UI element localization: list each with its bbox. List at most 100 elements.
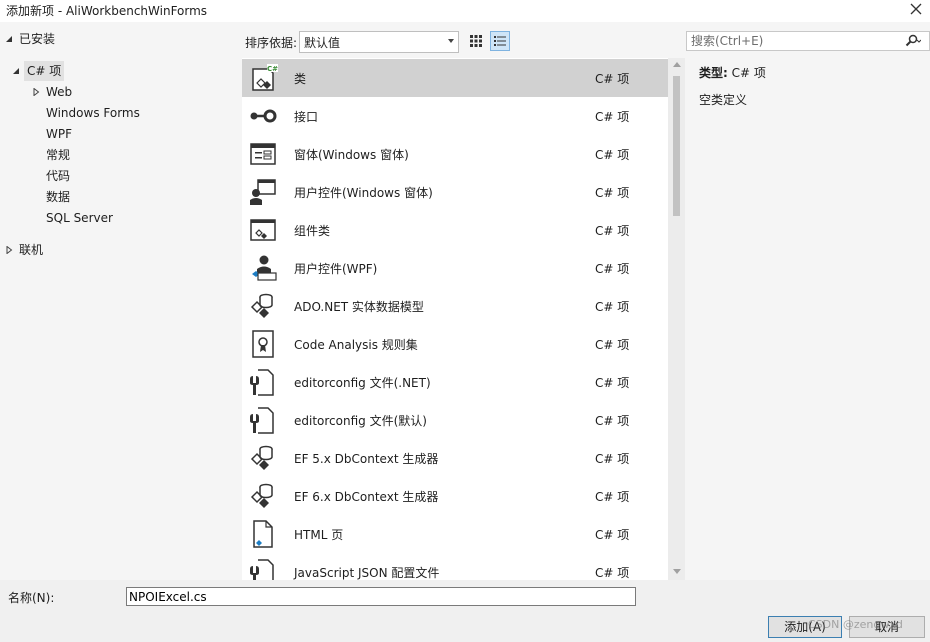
item-name: editorconfig 文件(.NET) <box>294 376 431 390</box>
list-scrollbar[interactable] <box>668 58 685 580</box>
item-language: C# 项 <box>595 110 630 124</box>
list-item-interface[interactable]: 接口 C# 项 <box>242 97 668 135</box>
tree-label: C# 项 <box>24 61 65 81</box>
list-item-ef6-dbcontext[interactable]: EF 6.x DbContext 生成器 C# 项 <box>242 477 668 515</box>
item-name: 组件类 <box>294 224 331 238</box>
detail-description: 空类定义 <box>699 93 748 107</box>
collapsed-caret-icon <box>33 88 40 96</box>
list-view-button[interactable] <box>490 31 510 51</box>
tree-label: SQL Server <box>46 211 113 225</box>
item-language: C# 项 <box>595 224 630 238</box>
list-item-editorconfig-default[interactable]: editorconfig 文件(默认) C# 项 <box>242 401 668 439</box>
close-icon <box>910 3 922 15</box>
scroll-thumb[interactable] <box>673 76 680 216</box>
item-name: 窗体(Windows 窗体) <box>294 148 409 162</box>
tree-label: 数据 <box>46 190 71 204</box>
tree-item-installed[interactable]: 已安装 <box>0 29 232 49</box>
component-class-icon <box>250 219 276 241</box>
tree-item-csharp[interactable]: C# 项 <box>0 61 232 81</box>
sort-dropdown[interactable]: 默认值 <box>299 31 459 53</box>
dropdown-arrow-icon <box>448 39 454 43</box>
sort-value: 默认值 <box>304 36 341 50</box>
tree-item-online[interactable]: 联机 <box>0 240 232 260</box>
ruleset-icon <box>252 330 274 358</box>
tree-item-sql-server[interactable]: SQL Server <box>0 208 232 228</box>
data-model-icon <box>250 445 273 470</box>
sort-label: 排序依据: <box>245 36 298 50</box>
wpf-user-control-icon <box>252 255 277 281</box>
list-item-class[interactable]: C# 类 C# 项 <box>242 59 668 97</box>
tree-item-code[interactable]: 代码 <box>0 166 232 186</box>
list-item-editorconfig-net[interactable]: editorconfig 文件(.NET) C# 项 <box>242 363 668 401</box>
config-file-icon <box>250 369 274 396</box>
tree-item-windows-forms[interactable]: Windows Forms <box>0 103 232 123</box>
tree-label: 代码 <box>46 169 71 183</box>
expanded-caret-icon <box>6 36 12 42</box>
item-language: C# 项 <box>595 148 630 162</box>
tree-item-general[interactable]: 常规 <box>0 145 232 165</box>
item-language: C# 项 <box>595 338 630 352</box>
title-bar: 添加新项 - AliWorkbenchWinForms <box>0 0 930 22</box>
class-icon: C# <box>252 64 278 91</box>
detail-type-label: 类型: <box>699 66 728 80</box>
list-item-ef5-dbcontext[interactable]: EF 5.x DbContext 生成器 C# 项 <box>242 439 668 477</box>
search-box[interactable] <box>686 31 930 51</box>
svg-text:C#: C# <box>267 65 278 73</box>
item-language: C# 项 <box>595 72 630 86</box>
watermark: CSDN @zengwxd <box>808 618 903 631</box>
grid-view-button[interactable] <box>466 31 486 51</box>
template-list: C# 类 C# 项 接口 C# 项 窗体(Windows 窗体) C# 项 用户… <box>242 58 668 580</box>
list-item-component-class[interactable]: 组件类 C# 项 <box>242 211 668 249</box>
scroll-up-arrow-icon[interactable] <box>673 62 681 67</box>
list-view-icon <box>494 36 506 46</box>
data-model-icon <box>250 293 273 318</box>
expanded-caret-icon <box>13 68 19 74</box>
data-model-icon <box>250 483 273 508</box>
close-button[interactable] <box>902 0 930 20</box>
tree-label: 联机 <box>19 243 44 257</box>
list-item-ado-net-model[interactable]: ADO.NET 实体数据模型 C# 项 <box>242 287 668 325</box>
search-input[interactable] <box>691 33 901 49</box>
item-name: editorconfig 文件(默认) <box>294 414 427 428</box>
user-control-icon <box>250 179 276 205</box>
detail-type-value: C# 项 <box>731 66 766 80</box>
list-item-javascript-json-config[interactable]: JavaScript JSON 配置文件 C# 项 <box>242 553 668 580</box>
tree-item-web[interactable]: Web <box>0 82 232 102</box>
item-name: ADO.NET 实体数据模型 <box>294 300 424 314</box>
scroll-down-arrow-icon[interactable] <box>673 569 681 574</box>
item-name: 接口 <box>294 110 319 124</box>
footer: 名称(N): 添加(A) 取消 CSDN @zengwxd <box>0 580 930 642</box>
window-title: 添加新项 - AliWorkbenchWinForms <box>6 4 208 18</box>
tree-item-wpf[interactable]: WPF <box>0 124 232 144</box>
config-file-icon <box>250 407 274 434</box>
name-field[interactable] <box>126 587 636 606</box>
list-item-wpf-user-control[interactable]: 用户控件(WPF) C# 项 <box>242 249 668 287</box>
item-language: C# 项 <box>595 414 630 428</box>
item-name: JavaScript JSON 配置文件 <box>294 566 440 580</box>
item-name: HTML 页 <box>294 528 344 542</box>
category-tree: 已安装 C# 项 Web Windows Forms WPF 常规 代码 数据 … <box>0 24 232 580</box>
item-name: EF 6.x DbContext 生成器 <box>294 490 439 504</box>
list-item-code-analysis-ruleset[interactable]: Code Analysis 规则集 C# 项 <box>242 325 668 363</box>
tree-label: Web <box>46 85 73 99</box>
item-language: C# 项 <box>595 300 630 314</box>
item-language: C# 项 <box>595 490 630 504</box>
item-language: C# 项 <box>595 566 630 580</box>
item-language: C# 项 <box>595 376 630 390</box>
tree-label: 已安装 <box>19 32 56 46</box>
list-item-html-page[interactable]: HTML 页 C# 项 <box>242 515 668 553</box>
grid-view-icon <box>470 35 482 47</box>
form-icon <box>250 143 276 165</box>
html-page-icon <box>253 520 273 548</box>
item-language: C# 项 <box>595 262 630 276</box>
item-language: C# 项 <box>595 528 630 542</box>
tree-item-data[interactable]: 数据 <box>0 187 232 207</box>
search-icon[interactable] <box>905 34 921 48</box>
tree-label: WPF <box>46 127 73 141</box>
item-name: 用户控件(Windows 窗体) <box>294 186 433 200</box>
list-item-windows-form[interactable]: 窗体(Windows 窗体) C# 项 <box>242 135 668 173</box>
collapsed-caret-icon <box>6 246 13 254</box>
list-item-user-control[interactable]: 用户控件(Windows 窗体) C# 项 <box>242 173 668 211</box>
name-label: 名称(N): <box>8 591 55 605</box>
item-language: C# 项 <box>595 186 630 200</box>
